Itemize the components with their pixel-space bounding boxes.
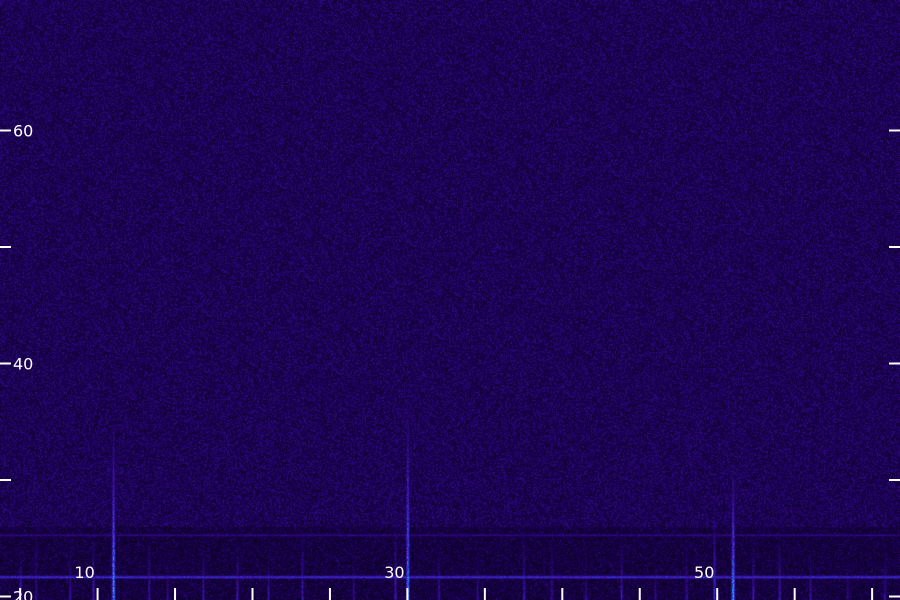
y-tick-label: 40 [13, 354, 33, 373]
y-axis-ticks-left: 20 40 60 [0, 121, 33, 600]
y-axis-ticks-right [889, 129, 900, 598]
y-tick-label: 60 [13, 121, 33, 140]
x-tick-label: 10 [74, 563, 94, 582]
axis-overlay: 20 40 60 10 30 50 [0, 121, 900, 600]
x-tick-label: 50 [694, 563, 714, 582]
x-tick-label: 30 [384, 563, 404, 582]
y-tick-label: 20 [13, 588, 33, 600]
x-axis-ticks: 10 30 50 [19, 563, 874, 600]
